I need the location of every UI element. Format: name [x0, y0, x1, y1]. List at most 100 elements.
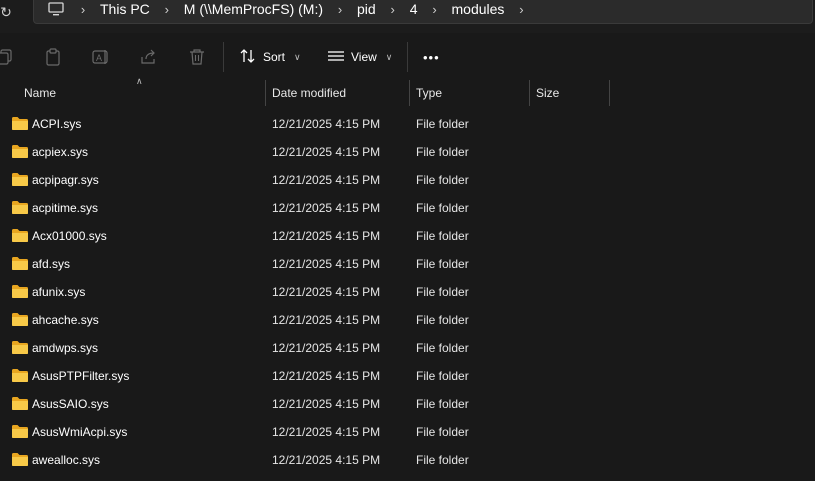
file-date-modified: 12/21/2025 4:15 PM [272, 173, 381, 187]
file-type: File folder [416, 313, 469, 327]
file-name[interactable]: Acx01000.sys [32, 222, 107, 250]
address-bar-area: ↻ › This PC › M (\\MemProcFS) (M:) › pid… [0, 0, 815, 33]
chevron-down-icon: ∨ [385, 51, 393, 62]
file-row[interactable]: acpiex.sys 12/21/2025 4:15 PM File folder [0, 138, 815, 166]
file-date-modified: 12/21/2025 4:15 PM [272, 397, 381, 411]
file-date-modified: 12/21/2025 4:15 PM [272, 425, 381, 439]
file-name[interactable]: amdwps.sys [32, 334, 98, 362]
refresh-icon[interactable]: ↻ [0, 0, 20, 24]
folder-icon [11, 116, 29, 131]
breadcrumb-drive[interactable]: M (\\MemProcFS) (M:) [184, 1, 323, 17]
chevron-down-icon: ∨ [294, 51, 301, 62]
breadcrumb-modules[interactable]: modules [452, 1, 505, 17]
column-divider[interactable] [265, 80, 266, 106]
file-name[interactable]: acpiex.sys [32, 138, 88, 166]
rename-icon[interactable]: A [90, 46, 112, 68]
file-name[interactable]: acpitime.sys [32, 194, 98, 222]
svg-text:A: A [96, 53, 102, 63]
column-header-type[interactable]: Type [416, 80, 442, 106]
share-icon[interactable] [138, 46, 160, 68]
copy-icon[interactable] [0, 46, 16, 68]
breadcrumb: › This PC › M (\\MemProcFS) (M:) › pid ›… [40, 0, 538, 18]
more-options-button[interactable]: ••• [423, 46, 440, 68]
folder-icon [11, 256, 29, 271]
file-row[interactable]: AsusPTPFilter.sys 12/21/2025 4:15 PM File … [0, 362, 815, 390]
file-row[interactable]: acpitime.sys 12/21/2025 4:15 PM File folde… [0, 194, 815, 222]
file-type: File folder [416, 201, 469, 215]
file-row[interactable]: ahcache.sys 12/21/2025 4:15 PM File folder [0, 306, 815, 334]
chevron-right-icon[interactable]: › [376, 2, 410, 17]
chevron-right-icon[interactable]: › [504, 2, 538, 17]
file-date-modified: 12/21/2025 4:15 PM [272, 229, 381, 243]
file-name[interactable]: ahcache.sys [32, 306, 99, 334]
file-row[interactable]: AsusSAIO.sys 12/21/2025 4:15 PM File folde… [0, 390, 815, 418]
file-row[interactable]: Acx01000.sys 12/21/2025 4:15 PM File folde… [0, 222, 815, 250]
file-type: File folder [416, 173, 469, 187]
sort-icon [240, 48, 256, 67]
file-name[interactable]: AsusSAIO.sys [32, 390, 109, 418]
folder-icon [11, 340, 29, 355]
file-date-modified: 12/21/2025 4:15 PM [272, 369, 381, 383]
folder-icon [11, 144, 29, 159]
file-type: File folder [416, 425, 469, 439]
column-divider[interactable] [409, 80, 410, 106]
file-name[interactable]: awealloc.sys [32, 446, 100, 474]
chevron-right-icon[interactable]: › [66, 2, 100, 17]
file-date-modified: 12/21/2025 4:15 PM [272, 117, 381, 131]
file-row[interactable]: ACPI.sys 12/21/2025 4:15 PM File folder [0, 110, 815, 138]
file-date-modified: 12/21/2025 4:15 PM [272, 341, 381, 355]
file-row[interactable]: afd.sys 12/21/2025 4:15 PM File folder [0, 250, 815, 278]
folder-icon [11, 396, 29, 411]
breadcrumb-this-pc[interactable]: This PC [100, 1, 150, 17]
file-name[interactable]: afd.sys [32, 250, 70, 278]
folder-icon [11, 284, 29, 299]
chevron-right-icon[interactable]: › [323, 2, 357, 17]
file-row[interactable]: amdwps.sys 12/21/2025 4:15 PM File folder [0, 334, 815, 362]
file-row[interactable]: acpipagr.sys 12/21/2025 4:15 PM File folde… [0, 166, 815, 194]
computer-icon[interactable] [46, 0, 66, 18]
file-name[interactable]: afunix.sys [32, 278, 85, 306]
file-date-modified: 12/21/2025 4:15 PM [272, 313, 381, 327]
paste-icon[interactable] [42, 46, 64, 68]
folder-icon [11, 228, 29, 243]
file-row[interactable]: AsusWmiAcpi.sys 12/21/2025 4:15 PM File fo… [0, 418, 815, 446]
chevron-right-icon[interactable]: › [150, 2, 184, 17]
column-header-name[interactable]: Name [24, 80, 56, 106]
file-name[interactable]: ACPI.sys [32, 110, 81, 138]
file-date-modified: 12/21/2025 4:15 PM [272, 285, 381, 299]
file-row[interactable]: afunix.sys 12/21/2025 4:15 PM File folder [0, 278, 815, 306]
file-date-modified: 12/21/2025 4:15 PM [272, 145, 381, 159]
folder-icon [11, 424, 29, 439]
column-header-size[interactable]: Size [536, 80, 559, 106]
file-name[interactable]: acpipagr.sys [32, 166, 99, 194]
file-row[interactable]: awealloc.sys 12/21/2025 4:15 PM File folde… [0, 446, 815, 474]
breadcrumb-pid[interactable]: pid [357, 1, 376, 17]
file-type: File folder [416, 397, 469, 411]
folder-icon [11, 172, 29, 187]
view-icon [328, 49, 344, 66]
sort-ascending-icon: ∧ [136, 76, 143, 86]
view-label: View [351, 50, 377, 64]
sort-label: Sort [263, 50, 286, 64]
file-name[interactable]: AsusPTPFilter.sys [32, 362, 129, 390]
toolbar-divider [407, 42, 408, 72]
sort-button[interactable]: Sort ∨ [240, 46, 301, 68]
column-divider[interactable] [609, 80, 610, 106]
toolbar-divider [223, 42, 224, 72]
folder-icon [11, 312, 29, 327]
file-type: File folder [416, 453, 469, 467]
chevron-right-icon[interactable]: › [418, 2, 452, 17]
folder-icon [11, 368, 29, 383]
command-bar: A Sort ∨ View ∨ ••• [0, 34, 815, 80]
column-header-row: ∧ Name Date modified Type Size [0, 76, 815, 106]
more-icon: ••• [423, 49, 440, 65]
file-name[interactable]: AsusWmiAcpi.sys [32, 418, 127, 446]
view-button[interactable]: View ∨ [328, 46, 392, 68]
breadcrumb-4[interactable]: 4 [410, 1, 418, 17]
delete-icon[interactable] [186, 46, 208, 68]
file-date-modified: 12/21/2025 4:15 PM [272, 257, 381, 271]
column-divider[interactable] [529, 80, 530, 106]
column-header-date[interactable]: Date modified [272, 80, 346, 106]
file-type: File folder [416, 257, 469, 271]
file-type: File folder [416, 369, 469, 383]
